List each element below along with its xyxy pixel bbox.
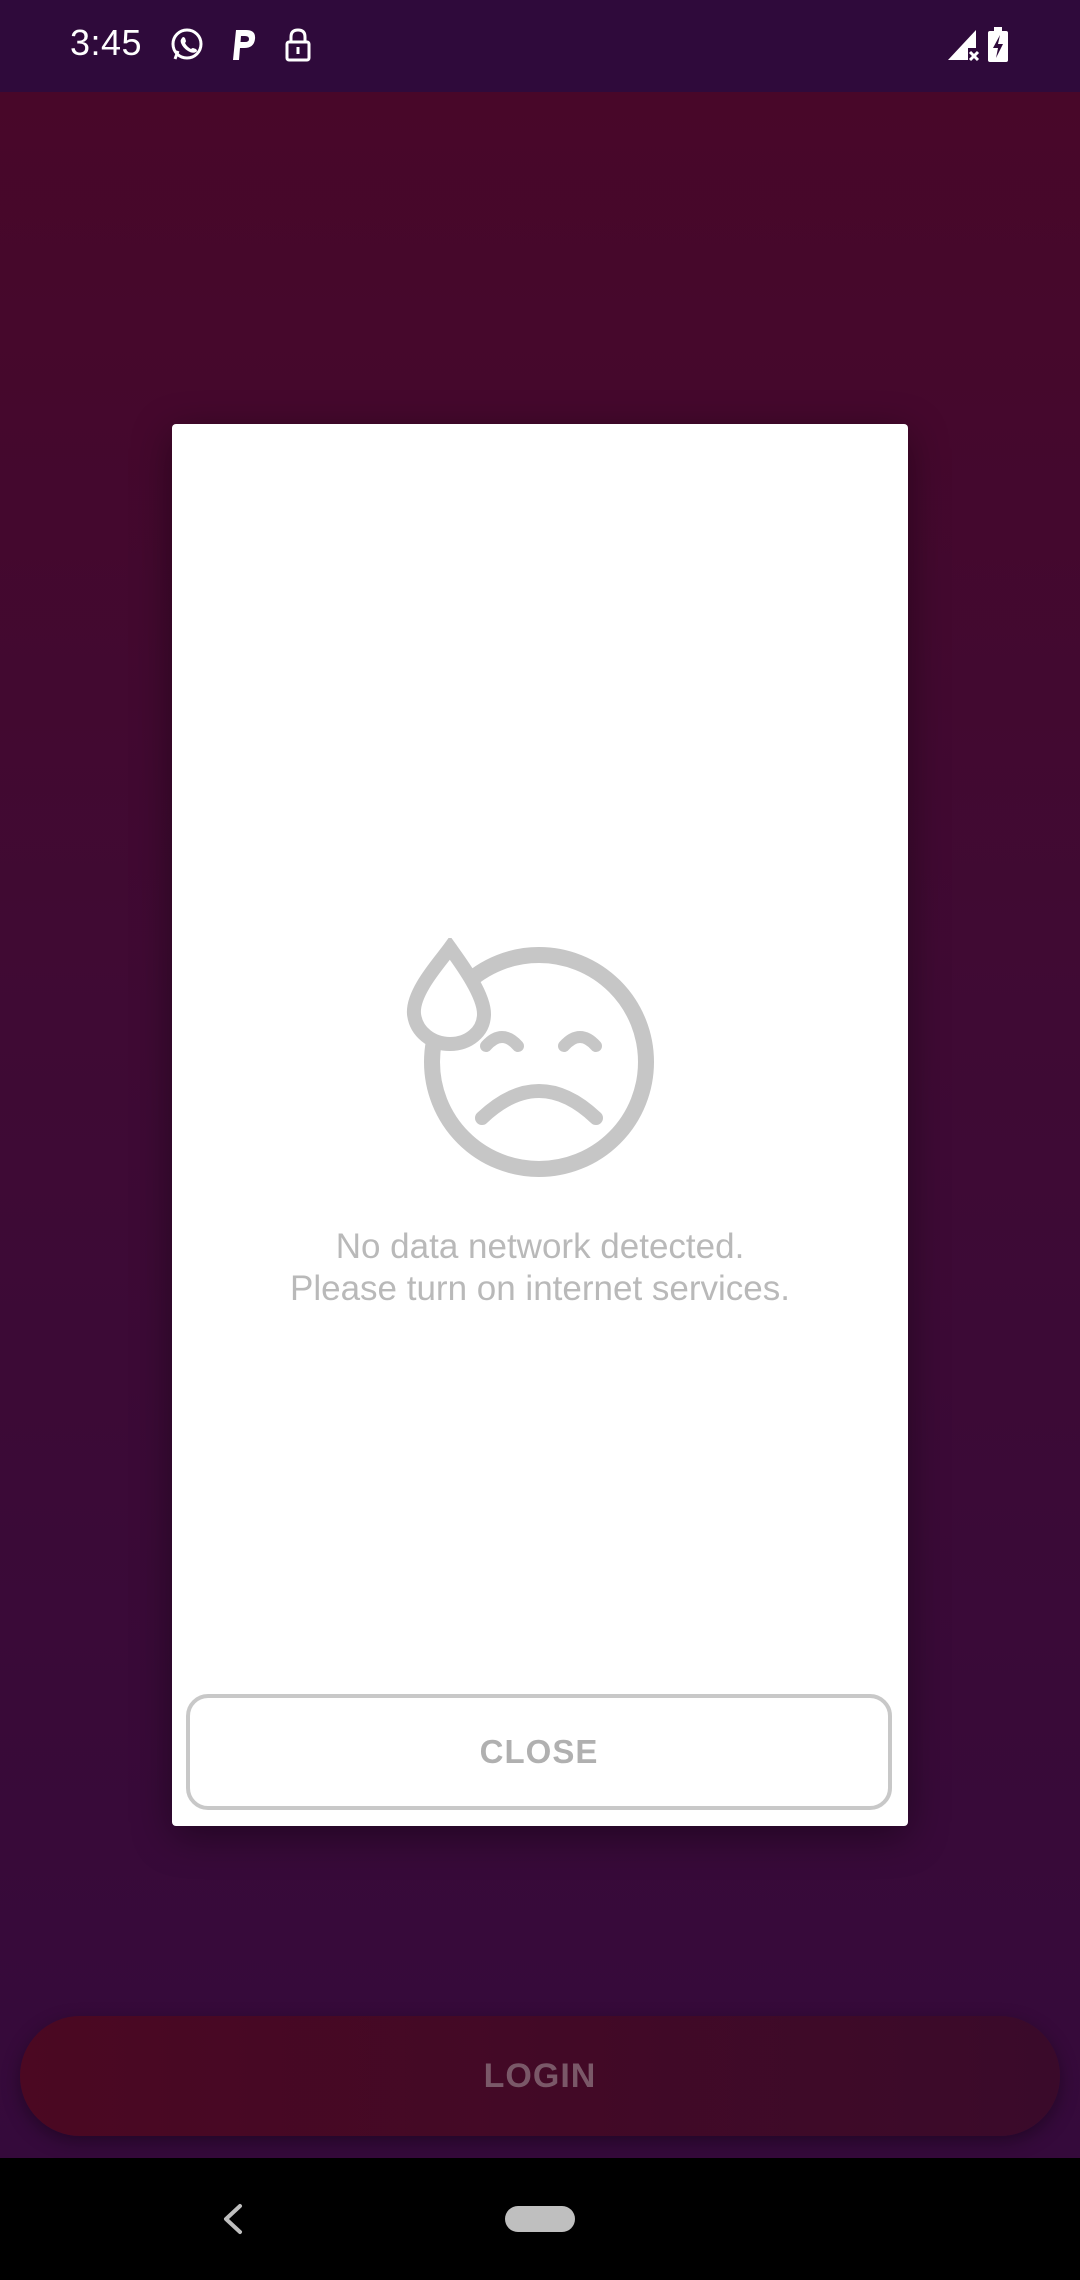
status-time: 3:45 (70, 22, 143, 63)
login-button[interactable]: LOGIN (20, 2016, 1060, 2136)
sad-face-sweat-icon (407, 938, 654, 1177)
signal-no-data-icon (948, 30, 980, 62)
back-icon[interactable] (218, 2200, 246, 2238)
whatsapp-icon (171, 28, 203, 60)
message-line-2: Please turn on internet services. (290, 1269, 790, 1308)
battery-charging-icon (988, 27, 1008, 62)
lock-icon (285, 28, 311, 62)
status-bar: 3:45 (0, 0, 1080, 92)
message-line-1: No data network detected. (335, 1227, 745, 1266)
home-pill-icon[interactable] (505, 2206, 575, 2232)
parking-p-icon (233, 30, 256, 60)
close-button[interactable]: CLOSE (186, 1694, 892, 1810)
dialog-message: No data network detected. Please turn on… (172, 1226, 908, 1310)
